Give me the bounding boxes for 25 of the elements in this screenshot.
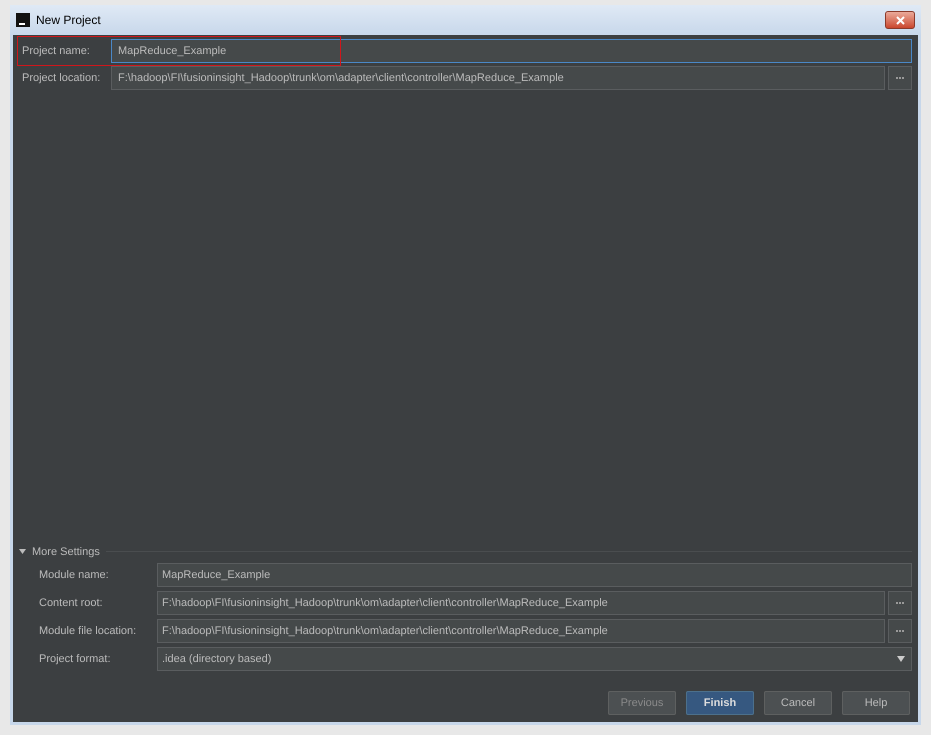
field-label: Module file location:: [39, 624, 138, 639]
field-label: Module name:: [39, 568, 110, 583]
close-icon: [896, 16, 904, 24]
dropdown-arrow-icon: [897, 656, 905, 662]
close-button[interactable]: [885, 11, 915, 29]
dropdown[interactable]: .idea (directory based): [157, 647, 912, 671]
window-title: New Project: [36, 12, 101, 29]
field-label: Content root:: [39, 596, 104, 611]
browse-button[interactable]: [888, 591, 912, 615]
text-field[interactable]: MapReduce_Example: [157, 563, 912, 587]
section-title: More Settings: [32, 544, 100, 560]
text-field[interactable]: F:\hadoop\FI\fusioninsight_Hadoop\trunk\om\adapter\client\controller\MapReduce_Example: [157, 591, 885, 615]
browse-button[interactable]: [888, 619, 912, 643]
dialog-button[interactable]: Cancel: [764, 691, 832, 715]
field-label: Project location:: [21, 70, 102, 86]
text-field[interactable]: F:\hadoop\FI\fusioninsight_Hadoop\trunk\om\adapter\client\controller\MapReduce_Example: [111, 66, 885, 90]
app-logo-icon: [16, 13, 30, 27]
dialog-button[interactable]: Finish: [686, 691, 754, 715]
text-field[interactable]: MapReduce_Example: [111, 39, 912, 63]
field-label: Project name:: [21, 44, 91, 59]
field-label: Project format:: [39, 652, 112, 667]
collapse-triangle-icon[interactable]: [19, 548, 26, 556]
browse-button[interactable]: [888, 66, 912, 90]
text-field[interactable]: F:\hadoop\FI\fusioninsight_Hadoop\trunk\om\adapter\client\controller\MapReduce_Example: [157, 619, 885, 643]
dialog-button[interactable]: Help: [842, 691, 910, 715]
